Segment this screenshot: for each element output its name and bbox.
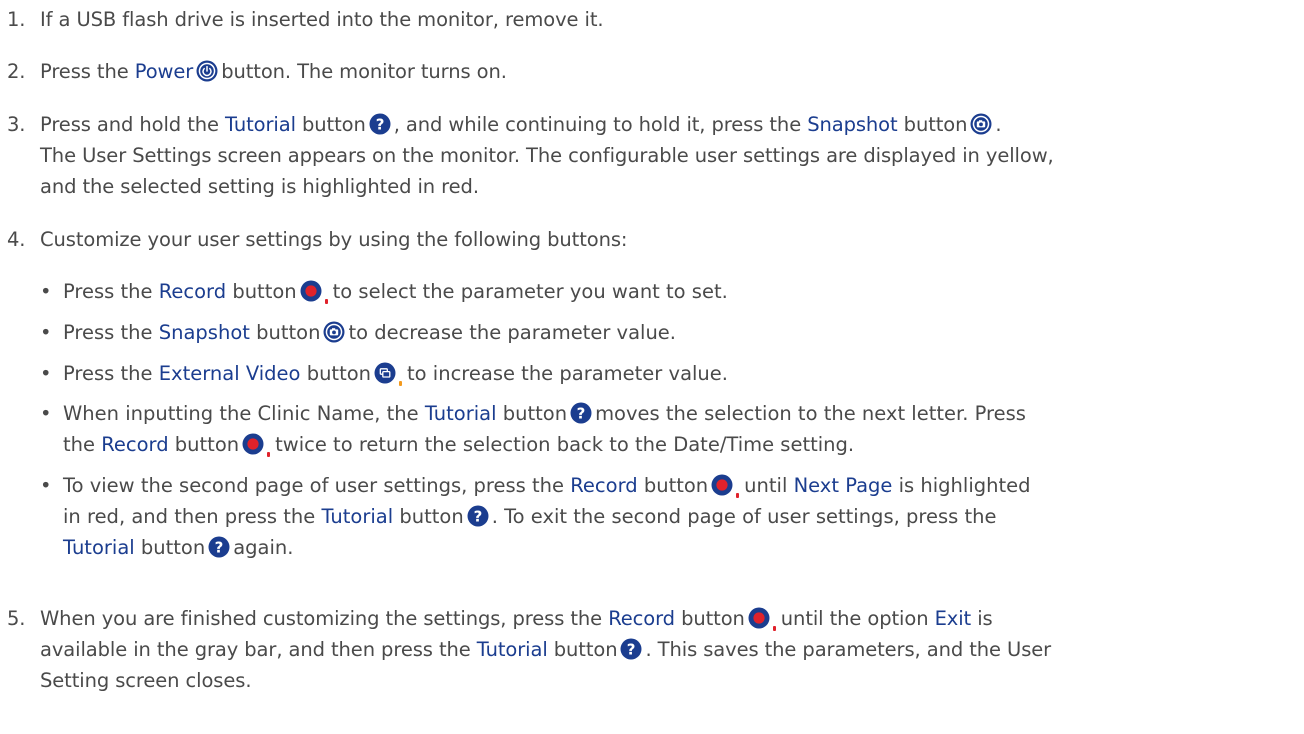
text-run: The User Settings screen appears on the … bbox=[40, 144, 1054, 167]
bullet-marker: • bbox=[40, 362, 52, 385]
bullet-text: When inputting the Clinic Name, the Tuto… bbox=[63, 398, 1288, 460]
text-run: button. The monitor turns on. bbox=[221, 60, 507, 83]
step-number: 2. bbox=[7, 60, 26, 83]
text-run: button bbox=[399, 505, 464, 528]
power-icon bbox=[196, 60, 218, 82]
bullet-marker: • bbox=[40, 402, 52, 425]
tutorial-question-icon: ? bbox=[467, 505, 489, 527]
snapshot-camera-icon bbox=[323, 321, 345, 343]
step-text: Press and hold the Tutorial button? , and… bbox=[40, 109, 1295, 202]
record-icon bbox=[711, 474, 740, 498]
svg-text:?: ? bbox=[473, 508, 482, 526]
power-label: Power bbox=[134, 60, 194, 83]
step-text: If a USB flash drive is inserted into th… bbox=[40, 8, 604, 31]
step-text: When you are finished customizing the se… bbox=[40, 603, 1295, 696]
text-run: button bbox=[553, 638, 618, 661]
text-run: When you are finished customizing the se… bbox=[40, 607, 603, 630]
record-label: Record bbox=[101, 433, 169, 456]
record-icon bbox=[748, 607, 776, 631]
text-run: Press the bbox=[63, 321, 153, 344]
external-video-icon bbox=[374, 362, 403, 386]
tutorial-label: Tutorial bbox=[424, 402, 497, 425]
text-run: button bbox=[174, 433, 240, 456]
step-number: 1. bbox=[7, 8, 26, 31]
text-run: button bbox=[302, 113, 366, 136]
text-run: button bbox=[643, 474, 709, 497]
text-run: To view the second page of user settings… bbox=[63, 474, 565, 497]
text-run: Press and hold the bbox=[40, 113, 219, 136]
snapshot-label: Snapshot bbox=[158, 321, 250, 344]
step-text: Customize your user settings by using th… bbox=[40, 228, 628, 251]
text-run: to select the parameter you want to set. bbox=[332, 280, 728, 303]
text-run: again. bbox=[233, 536, 294, 559]
text-run: button bbox=[232, 280, 297, 303]
svg-text:?: ? bbox=[627, 641, 636, 659]
text-run: Setting screen closes. bbox=[40, 669, 252, 692]
bullet-text: To view the second page of user settings… bbox=[63, 470, 1288, 563]
tutorial-label: Tutorial bbox=[63, 536, 135, 559]
snapshot-camera-icon bbox=[970, 113, 992, 135]
text-run: button bbox=[502, 402, 568, 425]
text-run: is bbox=[977, 607, 993, 630]
exit-label: Exit bbox=[934, 607, 972, 630]
text-run: Press the bbox=[63, 280, 153, 303]
step-text: Press the Power button. The monitor turns… bbox=[40, 56, 1295, 87]
text-run: until the option bbox=[780, 607, 929, 630]
bullet-text: Press the External Video button to increa… bbox=[63, 358, 1288, 389]
snapshot-label: Snapshot bbox=[807, 113, 898, 136]
text-run: to decrease the parameter value. bbox=[348, 321, 677, 344]
bullet-text: Press the Snapshot button to decrease the… bbox=[63, 317, 1288, 348]
svg-text:?: ? bbox=[577, 405, 586, 423]
text-run: moves the selection to the next letter. … bbox=[595, 402, 1026, 425]
text-run: . bbox=[995, 113, 1002, 136]
text-run: button bbox=[140, 536, 206, 559]
record-label: Record bbox=[158, 280, 227, 303]
step-number: 3. bbox=[7, 113, 26, 136]
record-icon bbox=[300, 280, 328, 304]
text-run: Press the bbox=[40, 60, 129, 83]
text-run: button bbox=[903, 113, 968, 136]
text-run: button bbox=[256, 321, 321, 344]
text-run: . This saves the parameters, and the Use… bbox=[645, 638, 1052, 661]
text-run: and the selected setting is highlighted … bbox=[40, 175, 479, 198]
svg-text:?: ? bbox=[215, 539, 224, 557]
record-label: Record bbox=[570, 474, 638, 497]
tutorial-label: Tutorial bbox=[225, 113, 296, 136]
tutorial-question-icon: ? bbox=[369, 113, 391, 135]
step-number: 5. bbox=[7, 607, 26, 630]
text-run: until bbox=[744, 474, 788, 497]
text-run: button bbox=[306, 362, 372, 385]
text-run: is highlighted bbox=[898, 474, 1031, 497]
record-label: Record bbox=[608, 607, 675, 630]
text-run: button bbox=[681, 607, 745, 630]
text-run: to increase the parameter value. bbox=[407, 362, 728, 385]
tutorial-question-icon: ? bbox=[620, 638, 642, 660]
tutorial-label: Tutorial bbox=[321, 505, 394, 528]
text-run: , and while continuing to hold it, press… bbox=[393, 113, 802, 136]
tutorial-label: Tutorial bbox=[476, 638, 548, 661]
step-number: 4. bbox=[7, 228, 26, 251]
text-run: . To exit the second page of user settin… bbox=[491, 505, 997, 528]
bullet-marker: • bbox=[40, 474, 52, 497]
svg-text:?: ? bbox=[375, 116, 384, 134]
bullet-marker: • bbox=[40, 280, 52, 303]
bullet-marker: • bbox=[40, 321, 52, 344]
text-run: Press the bbox=[63, 362, 153, 385]
record-icon bbox=[242, 433, 271, 457]
tutorial-question-icon: ? bbox=[570, 402, 592, 424]
next-page-label: Next Page bbox=[793, 474, 893, 497]
text-run: twice to return the selection back to th… bbox=[275, 433, 855, 456]
text-run: in red, and then press the bbox=[63, 505, 316, 528]
external-video-label: External Video bbox=[158, 362, 301, 385]
bullet-text: Press the Record button to select the par… bbox=[63, 276, 1288, 307]
text-run: available in the gray bar, and then pres… bbox=[40, 638, 471, 661]
text-run: the bbox=[63, 433, 96, 456]
tutorial-question-icon: ? bbox=[208, 536, 230, 558]
text-run: When inputting the Clinic Name, the bbox=[63, 402, 419, 425]
